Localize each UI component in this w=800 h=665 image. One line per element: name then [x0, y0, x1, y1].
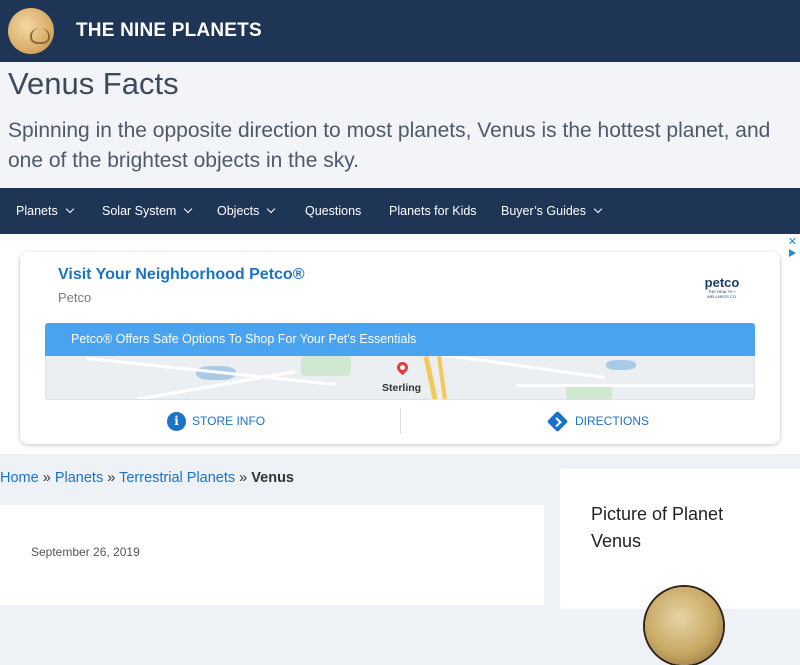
action-divider [400, 408, 401, 434]
chevron-down-icon [593, 204, 603, 214]
nav-item-label: Solar System [102, 204, 177, 218]
map-pin-icon [394, 359, 411, 376]
ad-banner-text: Petco® Offers Safe Options To Shop For Y… [71, 332, 417, 346]
nav-item-questions[interactable]: Questions [305, 188, 361, 234]
ad-banner[interactable]: Petco® Offers Safe Options To Shop For Y… [45, 323, 755, 356]
nav-item-buyers-guides[interactable]: Buyer’s Guides [501, 188, 603, 234]
adchoices-play-icon[interactable] [789, 249, 796, 257]
nav-item-label: Buyer’s Guides [501, 204, 586, 218]
breadcrumb-current: Venus [251, 470, 294, 486]
ad-title[interactable]: Visit Your Neighborhood Petco® [58, 266, 304, 284]
directions-label: DIRECTIONS [575, 414, 650, 428]
breadcrumb-planets[interactable]: Planets [55, 470, 103, 486]
site-title[interactable]: THE NINE PLANETS [76, 20, 262, 42]
main-nav: Planets Solar System Objects Questions P… [0, 188, 800, 234]
map-location-label: Sterling [382, 382, 422, 394]
site-header: THE NINE PLANETS [0, 0, 800, 62]
widget-title: Picture of Planet Venus [591, 504, 724, 551]
nav-item-label: Planets [16, 204, 58, 218]
adchoices-icon[interactable]: ✕ [788, 236, 797, 248]
post-date: September 26, 2019 [31, 545, 140, 559]
breadcrumb-separator: » [239, 470, 248, 486]
store-info-button[interactable]: i STORE INFO [167, 409, 265, 433]
nav-item-solar-system[interactable]: Solar System [102, 188, 193, 234]
logo-wordmark: petco [704, 275, 740, 290]
ad-card[interactable]: Visit Your Neighborhood Petco® Petco pet… [20, 252, 780, 444]
breadcrumb-terrestrial-planets[interactable]: Terrestrial Planets [119, 470, 235, 486]
ad-map[interactable]: Sterling [45, 356, 755, 400]
chevron-down-icon [65, 204, 74, 214]
info-icon: i [167, 412, 186, 432]
page-subtitle: Spinning in the opposite direction to mo… [8, 119, 771, 172]
planet-logo-icon[interactable] [8, 8, 54, 54]
store-info-label: STORE INFO [192, 414, 266, 428]
breadcrumb-separator: » [107, 470, 116, 486]
breadcrumb: Home » Planets » Terrestrial Planets » V… [0, 470, 294, 486]
breadcrumb-home[interactable]: Home [0, 470, 39, 486]
nav-item-label: Objects [217, 204, 260, 218]
article-content: September 26, 2019 [0, 505, 544, 605]
chevron-down-icon [267, 204, 276, 214]
venus-image[interactable] [645, 587, 723, 665]
nav-item-label: Planets for Kids [389, 204, 477, 218]
ad-container: ✕ Visit Your Neighborhood Petco® Petco p… [0, 234, 800, 454]
chevron-down-icon [184, 204, 193, 214]
breadcrumb-separator: » [42, 470, 51, 486]
sidebar-widget: Picture of Planet Venus [560, 469, 800, 665]
ad-actions: i STORE INFO DIRECTIONS [45, 406, 755, 436]
nav-item-label: Questions [305, 204, 362, 218]
nav-item-objects[interactable]: Objects [217, 188, 276, 234]
page-title: Venus Facts [8, 66, 179, 101]
hero-section: Venus Facts Spinning in the opposite dir… [0, 62, 800, 188]
ad-advertiser: Petco [58, 290, 92, 305]
petco-logo[interactable]: petco THE HEALTH + WELLNESS CO. [702, 276, 742, 299]
directions-button[interactable]: DIRECTIONS [546, 409, 650, 433]
nav-item-planets-for-kids[interactable]: Planets for Kids [389, 188, 477, 234]
logo-tagline: THE HEALTH + WELLNESS CO. [706, 289, 737, 299]
nav-item-planets[interactable]: Planets [16, 188, 74, 234]
directions-icon [546, 411, 569, 433]
